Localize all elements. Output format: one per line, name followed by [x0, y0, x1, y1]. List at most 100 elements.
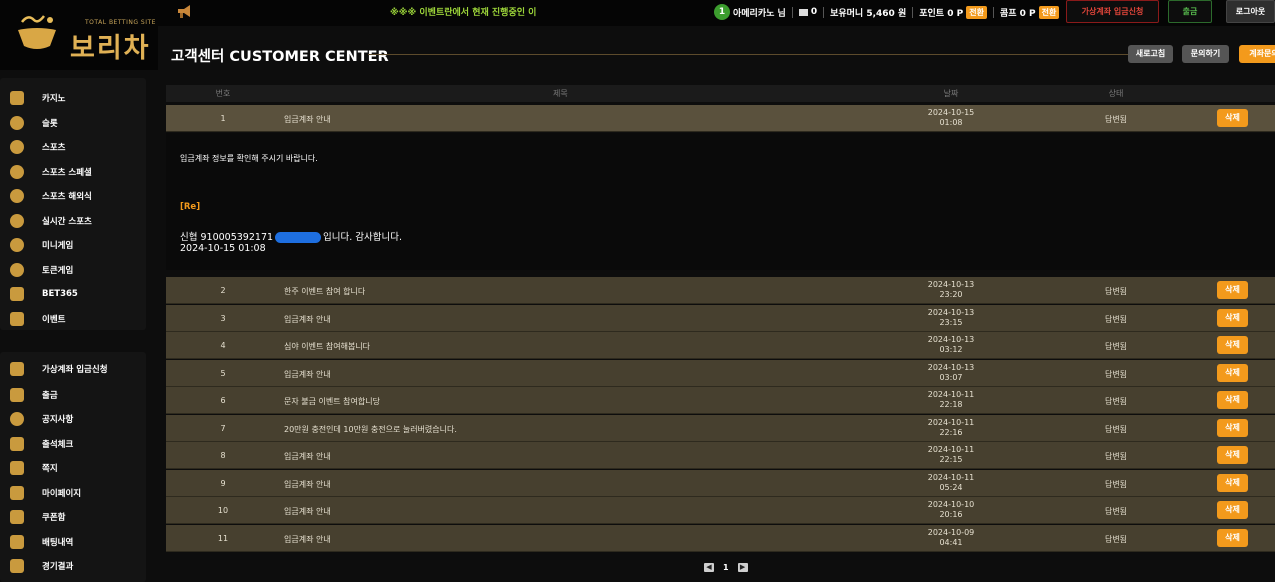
delete-button[interactable]: 삭제 [1217, 109, 1248, 127]
title-divider [368, 54, 1130, 55]
question-text: 입금계좌 정보를 확인해 주시기 바랍니다. [180, 154, 318, 163]
point-convert-button[interactable]: 전환 [966, 5, 987, 19]
logout-button[interactable]: 로그아웃 [1226, 0, 1275, 23]
delete-button[interactable]: 삭제 [1217, 501, 1248, 519]
row-subject[interactable]: 입금계좌 안내 [284, 479, 331, 490]
row-date: 2024-10-15 01:08 [927, 108, 975, 127]
delete-button[interactable]: 삭제 [1217, 281, 1248, 299]
event-marquee: ※※※ 이벤트란에서 현재 진행중인 이 [390, 8, 537, 18]
deposit-request-button[interactable]: 가상계좌 입금신청 [1066, 0, 1159, 23]
row-number: 6 [220, 396, 226, 405]
row-subject[interactable]: 20만원 충전인데 10만원 충전으로 눌러버렸습니다. [284, 424, 457, 435]
table-row[interactable]: 11 입금계좌 안내 2024-10-09 04:41 답변됨 삭제 [166, 524, 1275, 552]
reply-tag: [Re] [180, 202, 201, 212]
delete-button[interactable]: 삭제 [1217, 473, 1248, 492]
logo[interactable]: TOTAL BETTING SITE 보리차 [0, 0, 158, 70]
row-subject[interactable]: 문자 불금 이벤트 참여합니당 [284, 396, 380, 407]
sidebar-item-sports-special[interactable]: 스포츠 스페셜 [0, 160, 146, 184]
sidebar-item-minigame[interactable]: 미니게임 [0, 233, 146, 257]
prev-page-icon[interactable]: ◀ [704, 563, 714, 572]
comp-balance: 콤프 0 P [999, 8, 1036, 19]
sidebar-item-notice[interactable]: 공지사항 [0, 407, 146, 431]
row-number: 11 [217, 533, 229, 543]
column-header-status: 상태 [1108, 89, 1124, 98]
table-row[interactable]: 8 입금계좌 안내 2024-10-11 22:15 답변됨 삭제 [166, 442, 1275, 469]
table-row[interactable]: 2 한주 이벤트 참여 합니다 2024-10-13 23:20 답변됨 삭제 [166, 277, 1275, 304]
table-row[interactable]: 5 입금계좌 안내 2024-10-13 03:07 답변됨 삭제 [166, 359, 1275, 387]
row-subject[interactable]: 입금계좌 안내 [284, 451, 331, 462]
table-row[interactable]: 4 심야 이벤트 참여해봅니다 2024-10-13 03:12 답변됨 삭제 [166, 332, 1275, 359]
row-subject[interactable]: 입금계좌 안내 [284, 534, 331, 545]
column-header-date: 날짜 [943, 89, 959, 98]
table-row[interactable]: 3 입금계좌 안내 2024-10-13 23:15 답변됨 삭제 [166, 304, 1275, 332]
row-status: 답변됨 [1104, 397, 1128, 406]
delete-button[interactable]: 삭제 [1217, 308, 1248, 327]
next-page-icon[interactable]: ▶ [737, 563, 748, 572]
table-row[interactable]: 9 입금계좌 안내 2024-10-11 05:24 답변됨 삭제 [166, 469, 1275, 497]
delete-button[interactable]: 삭제 [1217, 418, 1248, 437]
row-date: 2024-10-11 22:15 [927, 445, 975, 464]
row-subject[interactable]: 한주 이벤트 참여 합니다 [284, 286, 365, 297]
row-number: 5 [220, 368, 226, 378]
gift-icon [10, 312, 24, 326]
sidebar-item-casino[interactable]: 카지노 [0, 86, 146, 110]
message-count[interactable]: 0 [811, 7, 817, 17]
bell-icon [10, 412, 24, 426]
row-subject[interactable]: 입금계좌 안내 [284, 114, 331, 125]
row-date: 2024-10-13 03:07 [927, 362, 975, 382]
row-number: 7 [220, 423, 226, 433]
mail-icon[interactable] [798, 8, 808, 16]
money-balance: 보유머니 5,460 원 [830, 8, 907, 19]
sidebar-item-slot[interactable]: 슬롯 [0, 111, 146, 135]
sidebar-item-sports[interactable]: 스포츠 [0, 135, 146, 159]
row-date: 2024-10-10 20:16 [927, 500, 975, 519]
sidebar-item-bet-history[interactable]: 배팅내역 [0, 530, 146, 554]
sidebar-item-results[interactable]: 경기결과 [0, 554, 146, 578]
sidebar-item-messages[interactable]: 쪽지 [0, 456, 146, 480]
refresh-button[interactable]: 새로고침 [1128, 45, 1173, 63]
sidebar-item-attendance[interactable]: 출석체크 [0, 432, 146, 456]
cherry-icon [10, 116, 24, 130]
sidebar-item-withdraw[interactable]: 출금 [0, 383, 146, 407]
sidebar-item-coupons[interactable]: 쿠폰함 [0, 505, 146, 529]
row-status: 답변됨 [1104, 314, 1128, 324]
table-header: 번호 제목 날짜 상태 [166, 85, 1275, 102]
sidebar-item-event[interactable]: 이벤트 [0, 307, 146, 331]
row-status: 답변됨 [1104, 424, 1128, 434]
sidebar-item-bet365[interactable]: BET365 [0, 282, 146, 306]
sidebar-item-token-game[interactable]: 토큰게임 [0, 258, 146, 282]
inquiry-button[interactable]: 문의하기 [1182, 45, 1229, 63]
table-row[interactable]: 6 문자 불금 이벤트 참여합니당 2024-10-11 22:18 답변됨 삭제 [166, 387, 1275, 414]
row-date: 2024-10-09 04:41 [927, 527, 975, 547]
scroll-icon [10, 437, 24, 451]
table-row[interactable]: 7 20만원 충전인데 10만원 충전으로 눌러버렸습니다. 2024-10-11 2… [166, 414, 1275, 442]
withdraw-button[interactable]: 출금 [1168, 0, 1212, 23]
row-number: 10 [217, 506, 229, 515]
account-inquiry-button[interactable]: 계좌문의 [1239, 45, 1275, 63]
delete-button[interactable]: 삭제 [1217, 391, 1248, 409]
row-subject[interactable]: 입금계좌 안내 [284, 506, 331, 517]
row-date: 2024-10-11 22:16 [927, 417, 975, 437]
table-row[interactable]: 10 입금계좌 안내 2024-10-10 20:16 답변됨 삭제 [166, 497, 1275, 524]
bet365-icon [10, 287, 24, 301]
delete-button[interactable]: 삭제 [1217, 336, 1248, 354]
row-status: 답변됨 [1104, 479, 1128, 489]
sidebar-item-mypage[interactable]: 마이페이지 [0, 481, 146, 505]
delete-button[interactable]: 삭제 [1217, 446, 1248, 464]
row-date: 2024-10-13 23:15 [927, 307, 975, 327]
delete-button[interactable]: 삭제 [1217, 528, 1248, 547]
megaphone-icon [178, 5, 190, 18]
current-page[interactable]: 1 [723, 563, 729, 572]
sidebar-item-live-sports[interactable]: 실시간 스포츠 [0, 209, 146, 233]
comp-convert-button[interactable]: 전환 [1038, 5, 1060, 19]
sidebar-item-sports-overseas[interactable]: 스포츠 해외식 [0, 184, 146, 208]
row-status: 답변됨 [1104, 115, 1128, 124]
table-row[interactable]: 1 입금계좌 안내 2024-10-15 01:08 답변됨 삭제 [166, 105, 1275, 132]
row-subject[interactable]: 입금계좌 안내 [284, 369, 331, 380]
logo-tagline: TOTAL BETTING SITE [85, 19, 156, 26]
row-subject[interactable]: 심야 이벤트 참여해봅니다 [284, 341, 370, 352]
row-subject[interactable]: 입금계좌 안내 [284, 314, 331, 325]
delete-button[interactable]: 삭제 [1217, 363, 1248, 382]
sidebar-item-deposit[interactable]: 가상계좌 입금신청 [0, 357, 146, 381]
account-menu: 가상계좌 입금신청 출금 공지사항 출석체크 쪽지 마이페이지 쿠폰함 배팅내역… [0, 352, 146, 582]
